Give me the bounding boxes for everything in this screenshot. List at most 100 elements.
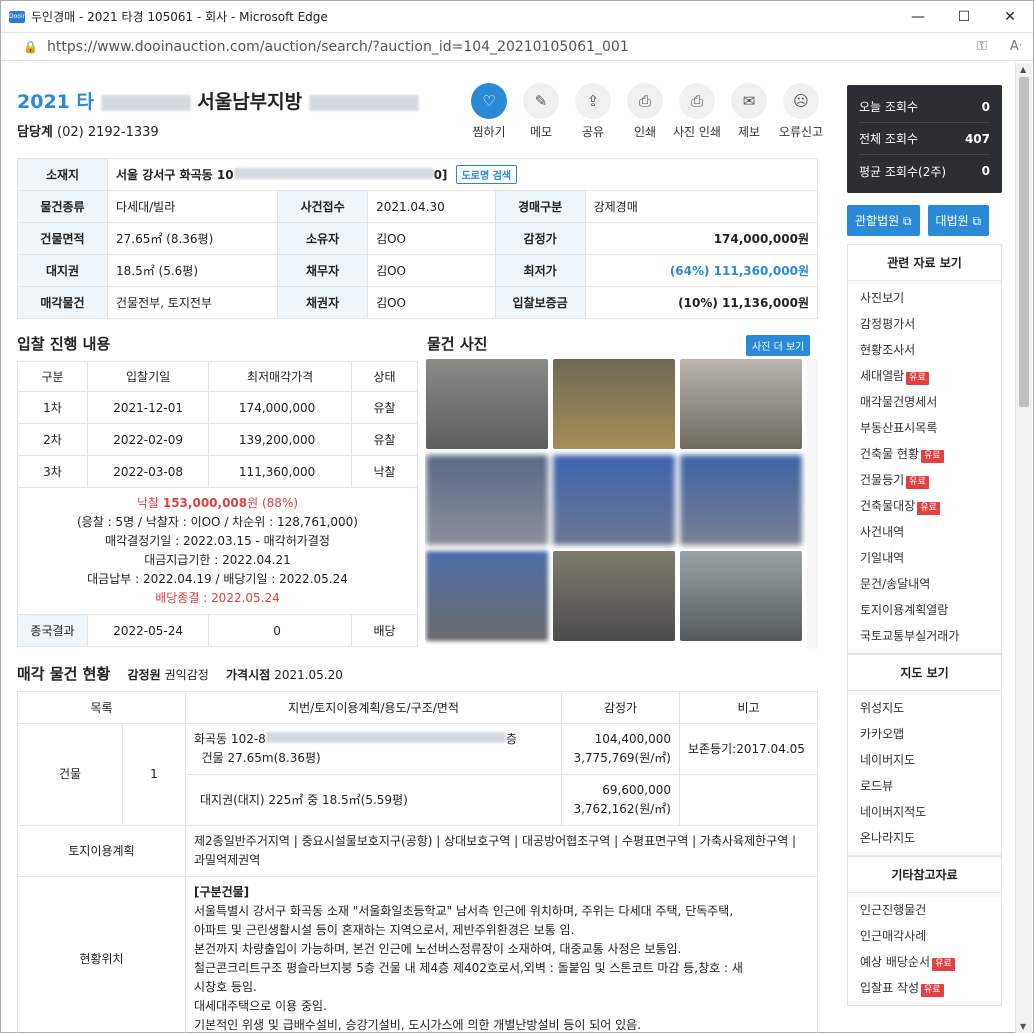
maps-item[interactable]: 위성지도 xyxy=(848,695,1001,721)
related-item[interactable]: 국토교통부실거래가 xyxy=(848,623,1001,649)
payment-deadline: 대금지급기한 : 2022.04.21 xyxy=(18,551,417,570)
property-photo[interactable] xyxy=(680,455,802,545)
related-item[interactable]: 문건/송달내역 xyxy=(848,571,1001,597)
map-title: 지도 보기 xyxy=(848,655,1001,691)
property-photo[interactable] xyxy=(426,359,548,449)
maps-item[interactable]: 카카오맵 xyxy=(848,721,1001,747)
winning-bid: 낙찰 153,000,008원 (88%) xyxy=(18,494,417,513)
related-item[interactable]: 부동산표시목록 xyxy=(848,415,1001,441)
today-views: 오늘 조회수0 xyxy=(859,91,990,123)
scroll-up-icon[interactable]: ▲ xyxy=(1020,65,1026,74)
property-photo[interactable] xyxy=(680,359,802,449)
related-item-label: 사건내역 xyxy=(860,525,904,539)
info-value: 다세대/빌라 xyxy=(108,191,278,223)
related-item[interactable]: 건축물대장유료 xyxy=(848,493,1001,519)
dividend-closed: 배당종결 : 2022.05.24 xyxy=(18,589,417,608)
scroll-down-icon[interactable]: ▼ xyxy=(1020,1022,1026,1031)
read-aloud-icon[interactable]: Aᐧ xyxy=(999,39,1033,54)
land-use-value: 제2종일반주거지역 | 중요시설물보호지구(공항) | 상대보호구역 | 대공방… xyxy=(186,826,818,877)
related-item[interactable]: 세대열람유료 xyxy=(848,363,1001,389)
building-address: 화곡동 102-8 xyxy=(194,732,266,746)
jurisdiction-court-button[interactable]: 관할법원 ⧉ xyxy=(847,205,920,236)
payment-info: 대금납부 : 2022.04.19 / 배당기일 : 2022.05.24 xyxy=(18,570,417,589)
minimum-price: (64%) 111,360,000원 xyxy=(585,255,817,287)
property-photo[interactable] xyxy=(426,551,548,641)
photo-scrollbar[interactable] xyxy=(807,359,818,649)
property-photo[interactable] xyxy=(553,359,675,449)
etc-item-label: 인근진행물건 xyxy=(860,903,926,917)
view-count-box: 오늘 조회수0 전체 조회수407 평균 조회수(2주)0 xyxy=(847,85,1002,193)
redacted-case-number xyxy=(101,95,191,111)
etc-item-label: 예상 배당순서 xyxy=(860,955,930,969)
maps-item-label: 위성지도 xyxy=(860,701,904,715)
photo-print-button[interactable]: ⎙사진 인쇄 xyxy=(671,83,723,140)
scroll-thumb[interactable] xyxy=(1019,77,1029,407)
memo-icon: ✎ xyxy=(523,83,559,119)
report-button[interactable]: ✉제보 xyxy=(723,83,775,140)
property-photo[interactable] xyxy=(680,551,802,641)
related-item[interactable]: 토지이용계획열람 xyxy=(848,597,1001,623)
decision-date: 매각결정기일 : 2022.03.15 - 매각허가결정 xyxy=(18,532,417,551)
close-button[interactable]: ✕ xyxy=(987,9,1033,25)
related-item[interactable]: 사진보기 xyxy=(848,285,1001,311)
property-photo[interactable] xyxy=(426,455,548,545)
more-photos-button[interactable]: 사진 더 보기 xyxy=(746,335,810,356)
share-button[interactable]: ⇪공유 xyxy=(567,83,619,140)
info-label: 채무자 xyxy=(278,255,368,287)
winning-bid-unit: 원 ( xyxy=(247,496,267,510)
final-status: 배당 xyxy=(352,615,418,647)
related-item[interactable]: 감정평가서 xyxy=(848,311,1001,337)
etc-item[interactable]: 예상 배당순서유료 xyxy=(848,949,1001,975)
maps-item[interactable]: 온나라지도 xyxy=(848,825,1001,851)
location-label: 소재지 xyxy=(18,159,108,191)
info-value: 건물전부, 토지전부 xyxy=(108,287,278,319)
status-cell: 유찰 xyxy=(352,424,418,456)
related-item[interactable]: 건축물 현황유료 xyxy=(848,441,1001,467)
related-item[interactable]: 사건내역 xyxy=(848,519,1001,545)
ghost-icon: ☹ xyxy=(783,83,819,119)
etc-item[interactable]: 인근진행물건 xyxy=(848,897,1001,923)
page-scrollbar[interactable]: ▲ ▼ xyxy=(1015,63,1032,1033)
location-line: 기본적인 위생 및 급배수설비, 승강기설비, 도시가스에 의한 개별난방설비 … xyxy=(194,1016,809,1034)
price-cell: 111,360,000 xyxy=(209,456,352,488)
memo-button[interactable]: ✎ 메모 xyxy=(515,83,567,140)
memo-label: 메모 xyxy=(530,125,552,139)
error-report-button[interactable]: ☹오류신고 xyxy=(775,83,827,140)
note-cell xyxy=(680,775,818,826)
related-item[interactable]: 건물등기유료 xyxy=(848,467,1001,493)
supreme-court-button[interactable]: 대법원 ⧉ xyxy=(928,205,990,236)
price-value: 104,400,000 xyxy=(570,730,671,749)
key-icon[interactable]: ⚿ xyxy=(965,39,999,54)
location-line: 시창호 등임. xyxy=(194,978,809,997)
url-field[interactable]: https://www.dooinauction.com/auction/sea… xyxy=(47,39,965,55)
minimize-button[interactable]: — xyxy=(895,9,941,25)
favorite-button[interactable]: ♡찜하기 xyxy=(463,83,515,140)
lock-icon[interactable]: 🔒 xyxy=(23,40,37,54)
related-title: 관련 자료 보기 xyxy=(848,245,1001,281)
court-links: 관할법원 ⧉ 대법원 ⧉ xyxy=(847,205,1002,236)
maps-item[interactable]: 로드뷰 xyxy=(848,773,1001,799)
property-photo[interactable] xyxy=(553,551,675,641)
maximize-button[interactable]: ☐ xyxy=(941,9,987,25)
related-item[interactable]: 현황조사서 xyxy=(848,337,1001,363)
table-row: 2차2022-02-09139,200,000유찰 xyxy=(18,424,418,456)
location-suffix: 0] xyxy=(434,168,448,182)
related-item[interactable]: 매각물건명세서 xyxy=(848,389,1001,415)
redacted-address xyxy=(266,732,506,743)
property-photo[interactable] xyxy=(553,455,675,545)
today-label: 오늘 조회수 xyxy=(859,98,918,115)
info-value: 18.5㎡ (5.6평) xyxy=(108,255,278,287)
price-value: 69,600,000 xyxy=(570,781,671,800)
etc-panel: 기타참고자료 인근진행물건인근매각사례예상 배당순서유료입찰표 작성유료 xyxy=(847,856,1002,1006)
print-button[interactable]: ⎙인쇄 xyxy=(619,83,671,140)
related-item[interactable]: 기일내역 xyxy=(848,545,1001,571)
info-label: 최저가 xyxy=(495,255,585,287)
info-label: 물건종류 xyxy=(18,191,108,223)
etc-item[interactable]: 입찰표 작성유료 xyxy=(848,975,1001,1001)
table-row: 종국결과2022-05-240배당 xyxy=(18,615,418,647)
date-cell: 2022-03-08 xyxy=(88,456,209,488)
road-search-button[interactable]: 도로명 검색 xyxy=(456,165,517,184)
etc-item[interactable]: 인근매각사례 xyxy=(848,923,1001,949)
maps-item[interactable]: 네이버지도 xyxy=(848,747,1001,773)
maps-item[interactable]: 네이버지적도 xyxy=(848,799,1001,825)
